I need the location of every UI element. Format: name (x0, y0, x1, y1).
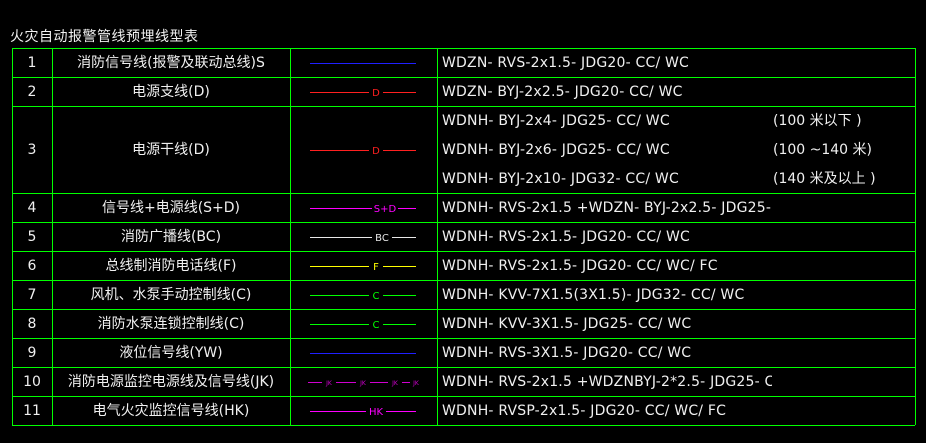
row-name: 电源干线(D) (132, 142, 210, 158)
row-name: 电源支线(D) (132, 84, 210, 100)
row-name: 总线制消防电话线(F) (105, 258, 237, 274)
row-spec: WDNH- KVV-7X1.5(3X1.5)- JDG32- CC/ WC (442, 287, 745, 303)
row-number: 5 (27, 229, 37, 245)
row-number: 7 (27, 287, 37, 303)
row-number: 2 (27, 84, 37, 100)
row-name: 消防信号线(报警及联动总线)S (77, 55, 265, 71)
row-spec: WDNH- RVS-2x1.5 +WDZN- BYJ-2x2.5- JDG25-… (442, 200, 772, 216)
line-sample-label: D (372, 146, 380, 157)
line-sample-label: JK (412, 380, 420, 387)
row-name: 消防水泵连锁控制线(C) (97, 316, 245, 332)
row-spec: WDNH- BYJ-2x6- JDG25- CC/ WC (442, 142, 670, 158)
row-spec: WDNH- RVS-3X1.5- JDG20- CC/ WC (442, 345, 692, 361)
row-name: 风机、水泵手动控制线(C) (90, 287, 252, 303)
row-number: 9 (27, 345, 37, 361)
line-sample-label: HK (369, 407, 384, 418)
line-sample-label: F (373, 262, 379, 273)
line-sample-label: C (373, 291, 380, 302)
row-name: 消防电源监控电源线及信号线(JK) (67, 374, 275, 390)
row-spec: WDNH- KVV-3X1.5- JDG25- CC/ WC (442, 316, 692, 332)
row-spec: WDZN- BYJ-2x2.5- JDG20- CC/ WC (442, 84, 683, 100)
row-number: 8 (27, 316, 37, 332)
row-name: 液位信号线(YW) (119, 345, 223, 361)
row-number: 1 (27, 55, 37, 71)
row-number: 10 (23, 374, 41, 390)
row-spec: WDNH- RVS-2x1.5- JDG20- CC/ WC (442, 229, 690, 245)
line-sample-label: D (372, 88, 380, 99)
row-spec: WDNH- BYJ-2x4- JDG25- CC/ WC (442, 113, 670, 129)
row-number: 11 (23, 403, 41, 419)
row-note: (140 米及以上 ) (773, 171, 876, 187)
row-name: 消防广播线(BC) (120, 229, 222, 245)
line-sample-label: BC (375, 233, 389, 244)
row-spec: WDNH- RVS-2x1.5- JDG20- CC/ WC/ FC (442, 258, 718, 274)
row-spec: WDZN- RVS-2x1.5- JDG20- CC/ WC (442, 55, 690, 71)
line-sample-label: JK (391, 380, 399, 387)
row-spec: WDNH- BYJ-2x10- JDG32- CC/ WC (442, 171, 679, 187)
line-sample-label: JK (359, 380, 367, 387)
row-spec: WDNH- RVSP-2x1.5- JDG20- CC/ WC/ FC (442, 403, 727, 419)
row-number: 4 (27, 200, 37, 216)
row-number: 3 (27, 142, 37, 158)
line-sample-label: C (373, 320, 380, 331)
row-number: 6 (27, 258, 37, 274)
row-note: (100 米以下 ) (773, 113, 862, 129)
row-note: (100 ~140 米) (773, 142, 872, 158)
line-sample-label: JK (325, 380, 333, 387)
row-name: 电气火灾监控信号线(HK) (92, 403, 250, 419)
line-sample-label: S+D (374, 204, 397, 215)
row-name: 信号线+电源线(S+D) (101, 200, 241, 216)
row-spec: WDNH- RVS-2x1.5 +WDZNBYJ-2*2.5- JDG25- C… (442, 374, 772, 390)
